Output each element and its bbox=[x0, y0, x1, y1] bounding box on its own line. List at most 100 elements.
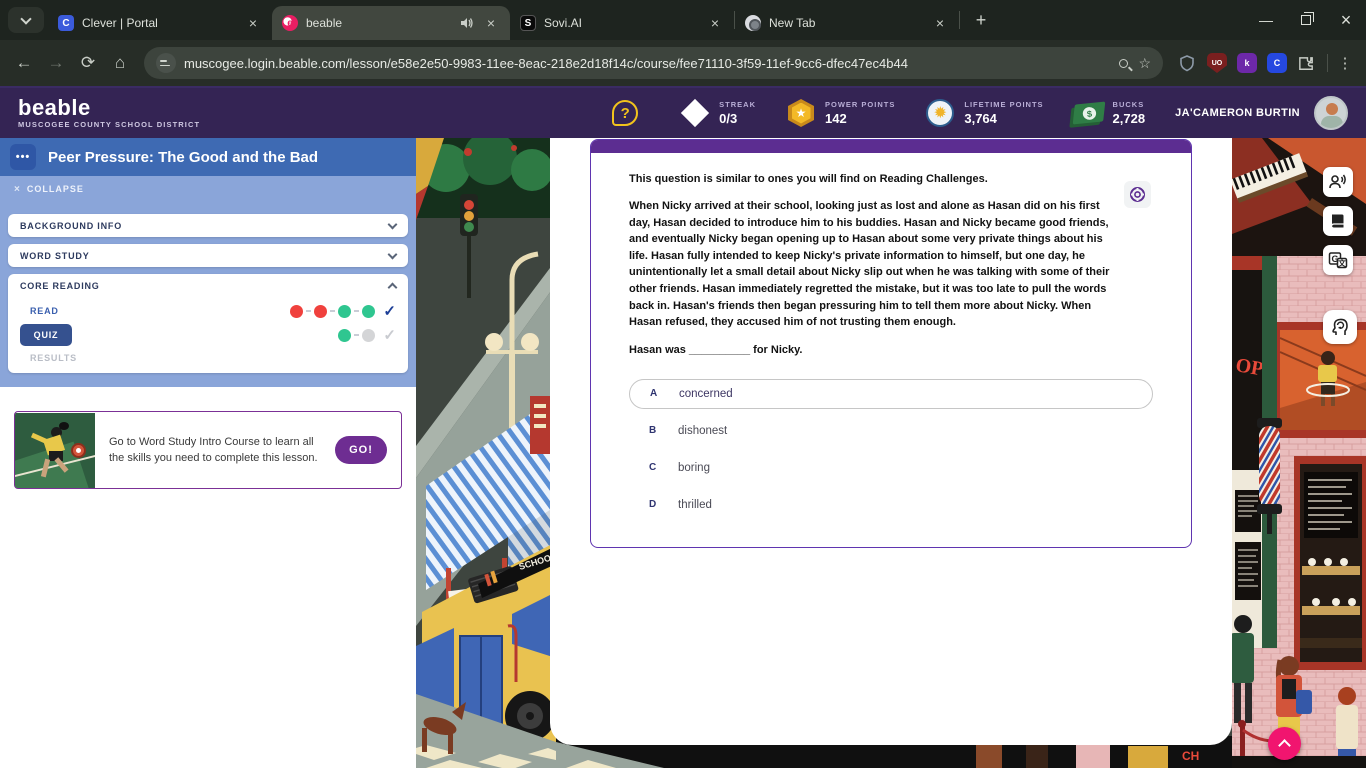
option-letter: C bbox=[649, 462, 659, 473]
beable-logo: beable MUSCOGEE COUNTY SCHOOL DISTRICT bbox=[18, 97, 200, 129]
chrome-favicon bbox=[745, 15, 761, 31]
extensions-puzzle-icon[interactable] bbox=[1297, 53, 1317, 73]
tab-title: beable bbox=[306, 16, 452, 30]
tab-sovi-ai[interactable]: S Sovi.AI × bbox=[510, 6, 734, 40]
chevron-down-icon bbox=[20, 13, 31, 24]
sovi-favicon: S bbox=[520, 15, 536, 31]
diamond-icon bbox=[681, 99, 709, 127]
stat-label: STREAK bbox=[719, 100, 756, 109]
tab-close-icon[interactable]: × bbox=[706, 14, 724, 32]
section-header[interactable]: WORD STUDY bbox=[8, 244, 408, 267]
badge-icon: ★ bbox=[788, 99, 814, 127]
translate-icon: G 文 bbox=[1328, 250, 1348, 270]
collapse-bar[interactable]: × COLLAPSE bbox=[0, 176, 416, 202]
user-name: JA'CAMERON BURTIN bbox=[1175, 107, 1300, 119]
stat-value: 0/3 bbox=[719, 111, 756, 126]
power-points-stat: ★ POWER POINTS 142 bbox=[786, 98, 895, 128]
book-icon bbox=[1329, 212, 1347, 230]
streak-stat: STREAK 0/3 bbox=[680, 98, 756, 128]
question-help-button[interactable] bbox=[1124, 181, 1151, 208]
go-button[interactable]: GO! bbox=[335, 436, 387, 464]
results-link: RESULTS bbox=[20, 353, 396, 363]
tab-new-tab[interactable]: New Tab × bbox=[735, 6, 959, 40]
soccer-player-image bbox=[15, 413, 95, 488]
tab-separator bbox=[959, 11, 960, 29]
section-header[interactable]: BACKGROUND INFO bbox=[8, 214, 408, 237]
lesson-title-bar: ••• Peer Pressure: The Good and the Bad bbox=[0, 138, 416, 176]
avatar[interactable] bbox=[1314, 96, 1348, 130]
help-icon[interactable]: ? bbox=[612, 100, 638, 126]
forward-button[interactable]: → bbox=[40, 47, 72, 79]
question-passage: When Nicky arrived at their school, look… bbox=[629, 198, 1121, 331]
stat-label: LIFETIME POINTS bbox=[964, 100, 1043, 109]
translate-button[interactable]: G 文 bbox=[1323, 245, 1353, 275]
chevron-up-icon bbox=[1278, 739, 1291, 752]
site-info-icon[interactable] bbox=[156, 53, 176, 73]
lesson-sections: BACKGROUND INFO WORD STUDY CORE READING … bbox=[0, 202, 416, 387]
lesson-menu-button[interactable]: ••• bbox=[10, 144, 36, 170]
back-button[interactable]: ← bbox=[8, 47, 40, 79]
tab-clever-portal[interactable]: C Clever | Portal × bbox=[48, 6, 272, 40]
section-header[interactable]: CORE READING bbox=[8, 274, 408, 297]
section-label: WORD STUDY bbox=[20, 251, 90, 261]
option-text: thrilled bbox=[678, 499, 712, 511]
tab-close-icon[interactable]: × bbox=[931, 14, 949, 32]
section-label: CORE READING bbox=[20, 281, 100, 291]
stat-value: 2,728 bbox=[1113, 111, 1146, 126]
browser-menu-button[interactable]: ⋮ bbox=[1332, 54, 1358, 72]
scroll-to-top-button[interactable] bbox=[1268, 727, 1301, 760]
tab-title: New Tab bbox=[769, 16, 923, 30]
address-bar[interactable]: muscogee.login.beable.com/lesson/e58e2e5… bbox=[144, 47, 1163, 79]
tab-audio-icon[interactable] bbox=[460, 16, 474, 30]
read-link[interactable]: READ bbox=[20, 306, 59, 316]
head-refresh-icon bbox=[1329, 316, 1351, 338]
option-d[interactable]: D thrilled bbox=[629, 490, 1153, 520]
ublock-extension-icon[interactable]: UO bbox=[1207, 53, 1227, 73]
answer-options: A concerned B dishonest C boring D thril… bbox=[629, 379, 1153, 520]
privacy-shield-extension-icon[interactable] bbox=[1177, 53, 1197, 73]
beable-wordmark: beable bbox=[18, 97, 200, 119]
promo-text: Go to Word Study Intro Course to learn a… bbox=[95, 434, 335, 467]
lesson-sidebar: ••• Peer Pressure: The Good and the Bad … bbox=[0, 138, 416, 768]
clever-extension-icon[interactable]: C bbox=[1267, 53, 1287, 73]
person-speaking-icon bbox=[1328, 172, 1348, 192]
quiz-button[interactable]: QUIZ bbox=[20, 324, 72, 346]
tab-close-icon[interactable]: × bbox=[482, 14, 500, 32]
zoom-icon[interactable] bbox=[1119, 59, 1128, 68]
beable-favicon: e bbox=[282, 15, 298, 31]
tab-search-button[interactable] bbox=[8, 7, 44, 33]
option-letter: B bbox=[649, 425, 659, 436]
collapse-x-icon: × bbox=[14, 184, 21, 195]
tab-beable[interactable]: e beable × bbox=[272, 6, 510, 40]
option-c[interactable]: C boring bbox=[629, 453, 1153, 483]
tab-title: Clever | Portal bbox=[82, 16, 236, 30]
simplify-text-button[interactable] bbox=[1323, 310, 1357, 344]
window-restore-button[interactable] bbox=[1286, 0, 1326, 40]
read-progress-dots bbox=[290, 305, 375, 318]
core-reading-body: READ ✓ QUIZ ✓ RESULTS bbox=[8, 297, 408, 373]
tab-title: Sovi.AI bbox=[544, 16, 698, 30]
dictionary-button[interactable] bbox=[1323, 206, 1353, 236]
tab-close-icon[interactable]: × bbox=[244, 14, 262, 32]
reload-button[interactable]: ⟳ bbox=[72, 47, 104, 79]
browser-toolbar: ← → ⟳ ⌂ muscogee.login.beable.com/lesson… bbox=[0, 40, 1366, 86]
section-word-study: WORD STUDY bbox=[8, 244, 408, 267]
svg-text:文: 文 bbox=[1338, 258, 1347, 268]
option-b[interactable]: B dishonest bbox=[629, 416, 1153, 446]
home-button[interactable]: ⌂ bbox=[104, 47, 136, 79]
window-minimize-button[interactable]: — bbox=[1246, 0, 1286, 40]
beable-header: beable MUSCOGEE COUNTY SCHOOL DISTRICT ?… bbox=[0, 88, 1366, 138]
option-a[interactable]: A concerned bbox=[629, 379, 1153, 409]
accessibility-toolbar: G 文 bbox=[1323, 167, 1357, 344]
window-close-button[interactable]: × bbox=[1326, 0, 1366, 40]
kami-extension-icon[interactable]: k bbox=[1237, 53, 1257, 73]
chevron-up-icon bbox=[388, 282, 398, 292]
option-letter: A bbox=[650, 388, 660, 399]
bookmark-star-icon[interactable]: ☆ bbox=[1138, 55, 1151, 72]
new-tab-button[interactable]: + bbox=[968, 7, 994, 33]
read-aloud-button[interactable] bbox=[1323, 167, 1353, 197]
toolbar-separator bbox=[1327, 54, 1328, 72]
chevron-down-icon bbox=[388, 249, 398, 259]
quiz-progress-dots bbox=[338, 329, 375, 342]
option-text: dishonest bbox=[678, 425, 727, 437]
